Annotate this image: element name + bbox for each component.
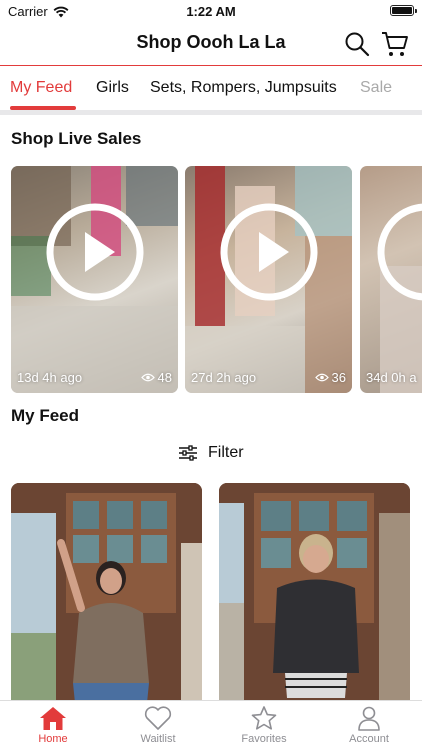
- eye-icon: [314, 373, 329, 382]
- status-bar: Carrier 1:22 AM: [0, 0, 422, 22]
- cart-icon[interactable]: [380, 29, 410, 59]
- category-tabs: My Feed Girls Sets, Rompers, Jumpsuits S…: [0, 67, 422, 115]
- feed-product-card[interactable]: [219, 483, 410, 713]
- play-icon[interactable]: [219, 202, 319, 302]
- tab-sets-rompers-jumpsuits[interactable]: Sets, Rompers, Jumpsuits: [150, 79, 337, 97]
- my-feed-heading: My Feed: [11, 406, 80, 425]
- eye-icon: [140, 373, 155, 382]
- live-sale-thumbnail: [377, 203, 422, 393]
- active-tab-indicator: [10, 106, 76, 110]
- live-sale-card[interactable]: 13d 4h ago 48: [11, 166, 178, 393]
- tab-sale[interactable]: Sale: [360, 79, 392, 97]
- live-sale-meta: 34d 0h a: [366, 370, 422, 385]
- tabbar-waitlist[interactable]: Waitlist: [116, 705, 200, 745]
- star-icon: [251, 706, 277, 730]
- heart-icon: [144, 706, 172, 730]
- person-icon: [358, 706, 380, 731]
- live-sale-age: 13d 4h ago: [17, 370, 83, 385]
- tabbar-favorites-label: Favorites: [241, 733, 287, 745]
- product-image: [11, 483, 202, 713]
- bottom-tab-bar: Home Waitlist Favorites Account: [0, 700, 422, 750]
- tabbar-account[interactable]: Account: [327, 705, 411, 745]
- live-sale-card[interactable]: 27d 2h ago 36: [185, 166, 352, 393]
- filter-label: Filter: [208, 444, 244, 461]
- view-count: 36: [314, 370, 346, 385]
- live-sale-age: 34d 0h a: [366, 370, 417, 385]
- tab-my-feed[interactable]: My Feed: [10, 79, 72, 97]
- tabbar-home-label: Home: [38, 733, 68, 745]
- sliders-icon: [179, 445, 197, 461]
- live-sales-heading: Shop Live Sales: [11, 129, 142, 148]
- view-count-value: 36: [331, 370, 346, 385]
- tabbar-favorites[interactable]: Favorites: [222, 705, 306, 745]
- app-header: Shop Oooh La La: [0, 22, 422, 66]
- tab-girls[interactable]: Girls: [96, 79, 129, 97]
- feed-product-card[interactable]: [11, 483, 202, 713]
- view-count: 48: [140, 370, 172, 385]
- live-sale-age: 27d 2h ago: [191, 370, 257, 385]
- play-icon[interactable]: [45, 202, 145, 302]
- search-icon[interactable]: [344, 31, 370, 57]
- tabbar-home[interactable]: Home: [11, 705, 95, 745]
- tabbar-account-label: Account: [349, 733, 389, 745]
- home-icon: [40, 707, 66, 730]
- filter-button[interactable]: Filter: [178, 444, 244, 462]
- live-sale-card[interactable]: 34d 0h a: [360, 166, 422, 393]
- live-sale-meta: 27d 2h ago 36: [191, 370, 346, 385]
- live-sale-meta: 13d 4h ago 48: [17, 370, 172, 385]
- clock: 1:22 AM: [186, 4, 236, 19]
- product-image: [219, 483, 410, 713]
- view-count-value: 48: [157, 370, 172, 385]
- tabbar-waitlist-label: Waitlist: [140, 733, 176, 745]
- battery-icon: [390, 5, 417, 16]
